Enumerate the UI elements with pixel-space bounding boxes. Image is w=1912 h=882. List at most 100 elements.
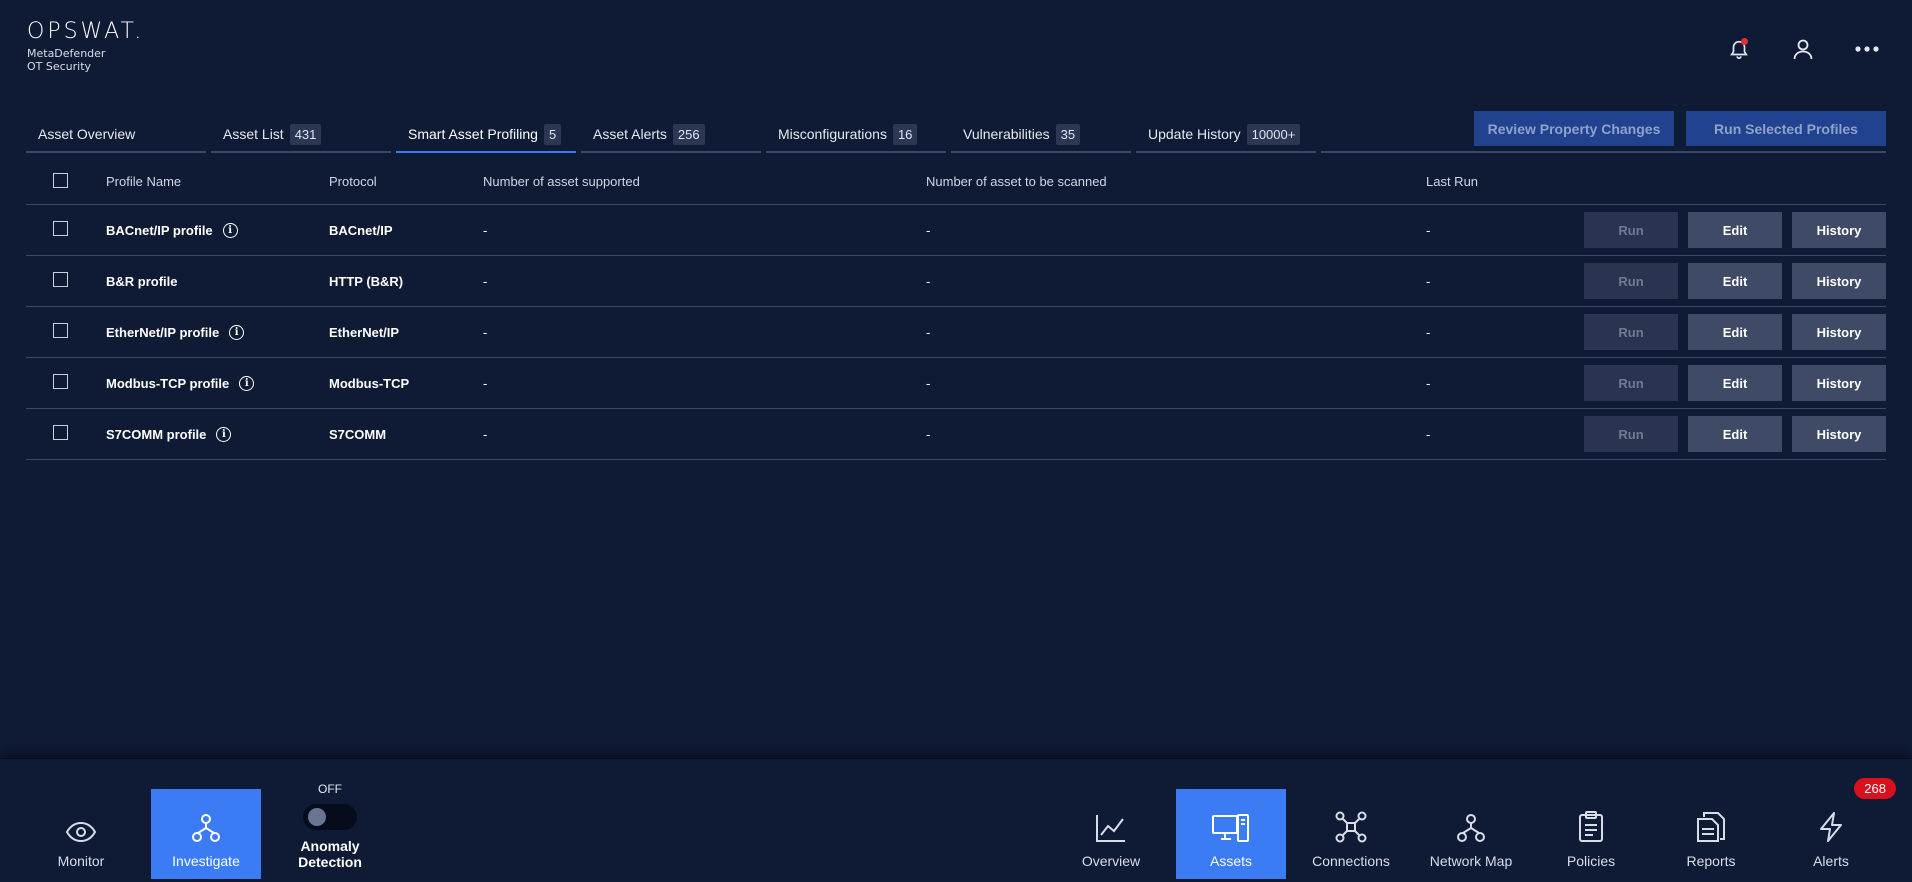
more-icon[interactable] <box>1852 34 1882 64</box>
protocol: S7COMM <box>329 426 387 442</box>
nav-label: Assets <box>1209 853 1252 869</box>
profile-name: Modbus-TCP profile <box>106 375 230 391</box>
anomaly-detection-toggle[interactable] <box>303 804 357 830</box>
tab-misconfigurations[interactable]: Misconfigurations 16 <box>766 117 946 153</box>
info-icon[interactable]: i <box>229 324 245 340</box>
row-checkbox[interactable] <box>53 425 68 440</box>
nav-alerts[interactable]: Alerts <box>1776 789 1886 879</box>
row-actions: Run Edit History <box>1584 365 1886 401</box>
profile-name: S7COMM profile <box>106 426 207 442</box>
nav-label: Monitor <box>57 853 105 869</box>
history-button[interactable]: History <box>1792 314 1886 350</box>
info-icon[interactable]: i <box>222 222 238 238</box>
column-header-last-run: Last Run <box>1426 174 1479 189</box>
assets-to-scan: - <box>926 375 931 391</box>
nav-overview[interactable]: Overview <box>1056 789 1166 879</box>
info-icon[interactable]: i <box>239 375 255 391</box>
user-icon[interactable] <box>1788 34 1818 64</box>
run-selected-profiles-button[interactable]: Run Selected Profiles <box>1686 111 1886 146</box>
bottom-nav-bar: Monitor Investigate OFF Anomaly Detectio… <box>0 758 1912 882</box>
tab-asset-overview[interactable]: Asset Overview <box>26 117 206 153</box>
edit-button[interactable]: Edit <box>1688 365 1782 401</box>
tab-asset-list[interactable]: Asset List 431 <box>211 117 391 153</box>
edit-button[interactable]: Edit <box>1688 263 1782 299</box>
column-header-supported: Number of asset supported <box>483 174 640 189</box>
column-header-protocol: Protocol <box>329 174 377 189</box>
nav-label: Connections <box>1312 853 1390 869</box>
profile-name: EtherNet/IP profile <box>106 324 220 340</box>
assets-supported: - <box>483 426 488 442</box>
edit-button[interactable]: Edit <box>1688 212 1782 248</box>
tab-label: Asset Alerts <box>593 126 667 142</box>
nav-connections[interactable]: Connections <box>1296 789 1406 879</box>
row-actions: Run Edit History <box>1584 212 1886 248</box>
tab-count: 16 <box>892 123 918 145</box>
select-all-checkbox[interactable] <box>53 172 68 188</box>
anomaly-detection-label: Anomaly Detection <box>298 838 362 870</box>
clipboard-icon <box>1579 811 1603 842</box>
tab-label: Asset List <box>223 126 284 142</box>
nav-monitor[interactable]: Monitor <box>26 789 136 879</box>
profile-name: BACnet/IP profile <box>106 222 213 238</box>
tab-label: Vulnerabilities <box>963 126 1050 142</box>
protocol: BACnet/IP <box>329 222 393 238</box>
profile-name: B&R profile <box>106 273 178 289</box>
edit-button[interactable]: Edit <box>1688 416 1782 452</box>
row-actions: Run Edit History <box>1584 416 1886 452</box>
run-button[interactable]: Run <box>1584 365 1678 401</box>
nav-label: Reports <box>1686 853 1736 869</box>
lightning-icon <box>1820 812 1842 842</box>
tab-smart-asset-profiling[interactable]: Smart Asset Profiling 5 <box>396 117 576 153</box>
nav-policies[interactable]: Policies <box>1536 789 1646 879</box>
nav-reports[interactable]: Reports <box>1656 789 1766 879</box>
run-button[interactable]: Run <box>1584 416 1678 452</box>
run-button[interactable]: Run <box>1584 314 1678 350</box>
assets-supported: - <box>483 324 488 340</box>
toggle-knob <box>308 808 326 826</box>
protocol: EtherNet/IP <box>329 324 400 340</box>
row-checkbox[interactable] <box>53 374 68 389</box>
row-checkbox[interactable] <box>53 221 68 236</box>
header-icons <box>1724 34 1882 64</box>
assets-to-scan: - <box>926 222 931 238</box>
info-icon[interactable]: i <box>216 426 232 442</box>
review-property-changes-button[interactable]: Review Property Changes <box>1474 111 1674 146</box>
run-button[interactable]: Run <box>1584 263 1678 299</box>
protocol: Modbus-TCP <box>329 375 410 391</box>
assets-to-scan: - <box>926 273 931 289</box>
line-chart-icon <box>1096 815 1125 842</box>
run-button[interactable]: Run <box>1584 212 1678 248</box>
tab-asset-alerts[interactable]: Asset Alerts 256 <box>581 117 761 153</box>
row-checkbox[interactable] <box>53 272 68 287</box>
nav-network-map[interactable]: Network Map <box>1416 789 1526 879</box>
tab-count: 10000+ <box>1246 123 1301 145</box>
history-button[interactable]: History <box>1792 365 1886 401</box>
profile-actions: Review Property Changes Run Selected Pro… <box>1474 111 1886 146</box>
nav-assets[interactable]: Assets <box>1176 789 1286 879</box>
table-header: Profile Name Protocol Number of asset su… <box>26 159 1886 205</box>
history-button[interactable]: History <box>1792 416 1886 452</box>
devices-icon <box>1212 814 1249 842</box>
assets-to-scan: - <box>926 426 931 442</box>
profiles-table: Profile Name Protocol Number of asset su… <box>26 159 1886 460</box>
nav-investigate[interactable]: Investigate <box>151 789 261 879</box>
nav-label: Policies <box>1566 853 1616 869</box>
tab-count: 5 <box>543 123 562 145</box>
nav-label: Alerts <box>1813 853 1849 869</box>
table-row: EtherNet/IP profile i EtherNet/IP - - - R… <box>26 307 1886 358</box>
tab-update-history[interactable]: Update History 10000+ <box>1136 117 1316 153</box>
tab-bar: Asset Overview Asset List 431 Smart Asse… <box>26 117 1316 153</box>
history-button[interactable]: History <box>1792 212 1886 248</box>
anomaly-detection: OFF Anomaly Detection <box>274 782 386 870</box>
table-row: S7COMM profile i S7COMM - - - Run Edit Hi… <box>26 409 1886 460</box>
opswat-logo: OPSWAT. <box>27 19 145 44</box>
row-checkbox[interactable] <box>53 323 68 338</box>
tab-vulnerabilities[interactable]: Vulnerabilities 35 <box>951 117 1131 153</box>
history-button[interactable]: History <box>1792 263 1886 299</box>
bell-icon[interactable] <box>1724 34 1754 64</box>
tab-bar-underline <box>1321 151 1886 153</box>
edit-button[interactable]: Edit <box>1688 314 1782 350</box>
hierarchy-icon <box>192 814 220 842</box>
table-row: Modbus-TCP profile i Modbus-TCP - - - Run… <box>26 358 1886 409</box>
product-name-line1: MetaDefender <box>27 47 106 60</box>
